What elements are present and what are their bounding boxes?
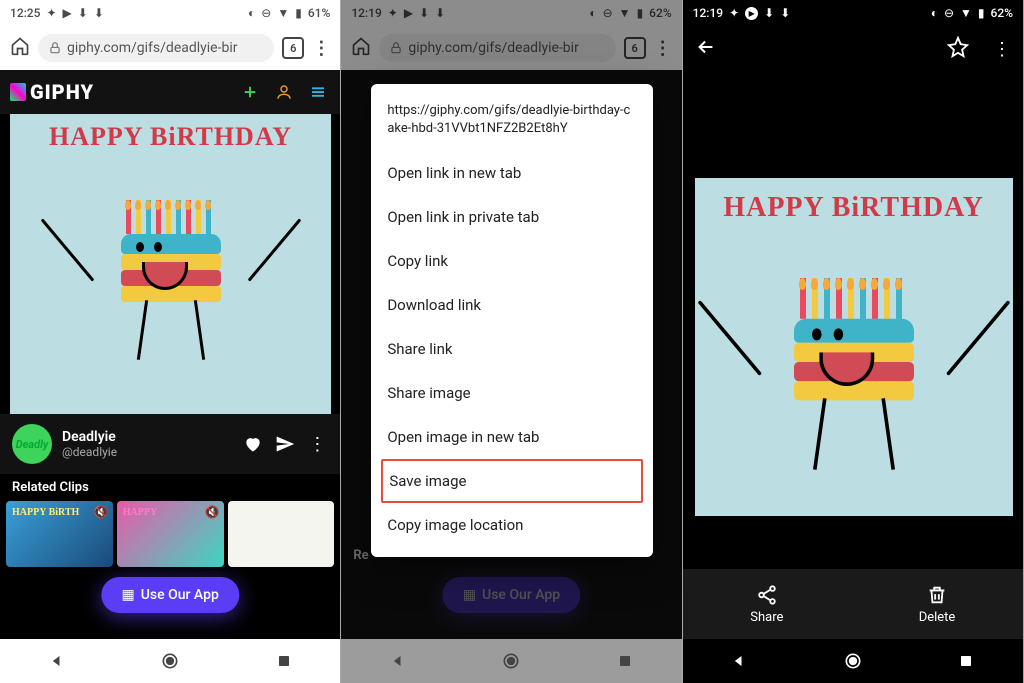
nav-back[interactable] bbox=[729, 651, 749, 671]
clip-3[interactable] bbox=[228, 501, 335, 567]
status-time: 12:25 bbox=[10, 6, 40, 20]
gif-caption: HAPPY BiRTHDAY bbox=[723, 192, 984, 224]
dnd-icon: ⊖ bbox=[944, 6, 954, 20]
battery-pct: 61% bbox=[308, 6, 330, 20]
nav-home[interactable] bbox=[843, 651, 863, 671]
gif-viewer[interactable]: HAPPY BiRTHDAY bbox=[695, 178, 1013, 516]
url-bar[interactable]: giphy.com/gifs/deadlyie-bir bbox=[38, 34, 274, 62]
tab-count[interactable]: 6 bbox=[282, 37, 304, 59]
vibrate-icon: ◐ bbox=[248, 6, 255, 20]
menu-save-image[interactable]: Save image bbox=[381, 459, 643, 503]
related-clips-label: Related Clips bbox=[0, 474, 340, 501]
gif-image[interactable]: HAPPY BiRTHDAY bbox=[10, 114, 331, 414]
more-icon[interactable]: ⋮ bbox=[306, 433, 328, 455]
screen-2: 12:19 ✦ ▶ ⬇ ⬇ ◐ ⊖ ▼ ▮ 62% giphy.com/gifs… bbox=[341, 0, 682, 683]
screen-3: 12:19 ✦ ▶ ⬇ ⬇ ◐ ⊖ ▼ ▮ 62% ⋮ HAPPY BiRTHD… bbox=[683, 0, 1024, 683]
context-menu: https://giphy.com/gifs/deadlyie-birthday… bbox=[371, 84, 653, 557]
cleanup-icon: ✦ bbox=[729, 6, 739, 20]
nav-back[interactable] bbox=[388, 651, 408, 671]
avatar[interactable]: Deadly bbox=[12, 424, 52, 464]
battery-pct: 62% bbox=[991, 6, 1013, 20]
status-time: 12:19 bbox=[693, 6, 723, 20]
dnd-icon: ⊖ bbox=[261, 6, 271, 20]
download-icon-2: ⬇ bbox=[780, 6, 790, 20]
browser-menu-icon[interactable]: ⋮ bbox=[312, 38, 330, 59]
nav-recent[interactable] bbox=[274, 651, 294, 671]
menu-copy-link[interactable]: Copy link bbox=[371, 239, 653, 283]
system-nav bbox=[683, 639, 1023, 683]
nav-home[interactable] bbox=[160, 651, 180, 671]
mute-icon: 🔇 bbox=[94, 505, 109, 519]
viewer-action-bar: Share Delete bbox=[683, 569, 1023, 639]
delete-button[interactable]: Delete bbox=[919, 584, 956, 625]
play-icon: ▶ bbox=[745, 7, 758, 20]
upload-icon[interactable] bbox=[238, 80, 262, 104]
battery-icon: ▮ bbox=[978, 6, 985, 20]
status-bar: 12:19 ✦ ▶ ⬇ ⬇ ◐ ⊖ ▼ ▮ 62% bbox=[683, 0, 1023, 26]
share-button[interactable]: Share bbox=[750, 584, 783, 625]
back-icon[interactable] bbox=[695, 36, 717, 62]
favorite-icon[interactable] bbox=[242, 433, 264, 455]
gif-caption: HAPPY BiRTHDAY bbox=[49, 122, 292, 152]
giphy-header: GIPHY bbox=[0, 70, 340, 114]
send-icon[interactable] bbox=[274, 433, 296, 455]
cake-illustration bbox=[776, 230, 932, 470]
giphy-app-icon: ▦ bbox=[121, 587, 134, 603]
nav-home[interactable] bbox=[501, 651, 521, 671]
giphy-logo[interactable]: GIPHY bbox=[10, 80, 94, 104]
battery-icon: ▮ bbox=[295, 6, 302, 20]
screen-1: 12:25 ✦ ▶ ⬇ ⬇ ◐ ⊖ ▼ ▮ 61% giphy.com/gifs… bbox=[0, 0, 341, 683]
menu-share-image[interactable]: Share image bbox=[371, 371, 653, 415]
browser-toolbar: giphy.com/gifs/deadlyie-bir 6 ⋮ bbox=[0, 26, 340, 70]
status-bar: 12:25 ✦ ▶ ⬇ ⬇ ◐ ⊖ ▼ ▮ 61% bbox=[0, 0, 340, 26]
wifi-icon: ▼ bbox=[960, 6, 972, 20]
url-text: giphy.com/gifs/deadlyie-bir bbox=[67, 40, 238, 56]
cake-illustration bbox=[106, 160, 236, 360]
author-handle: @deadlyie bbox=[62, 445, 117, 459]
system-nav bbox=[0, 639, 340, 683]
use-app-button[interactable]: ▦ Use Our App bbox=[101, 577, 238, 613]
play-icon: ▶ bbox=[63, 6, 72, 20]
menu-open-image-new-tab[interactable]: Open image in new tab bbox=[371, 415, 653, 459]
wifi-icon: ▼ bbox=[277, 6, 289, 20]
user-icon[interactable] bbox=[272, 80, 296, 104]
nav-recent[interactable] bbox=[615, 651, 635, 671]
menu-title: https://giphy.com/gifs/deadlyie-birthday… bbox=[371, 98, 653, 151]
clip-1[interactable]: HAPPY BiRTH 🔇 bbox=[6, 501, 113, 567]
star-icon[interactable] bbox=[947, 36, 969, 62]
nav-back[interactable] bbox=[47, 651, 67, 671]
author-row: Deadly Deadlyie @deadlyie ⋮ bbox=[0, 414, 340, 474]
clip-2[interactable]: HAPPY 🔇 bbox=[117, 501, 224, 567]
related-clips: HAPPY BiRTH 🔇 HAPPY 🔇 bbox=[0, 501, 340, 567]
viewer-toolbar: ⋮ bbox=[683, 26, 1023, 72]
home-icon[interactable] bbox=[10, 36, 30, 60]
nav-recent[interactable] bbox=[956, 651, 976, 671]
download-icon-2: ⬇ bbox=[94, 6, 104, 20]
vibrate-icon: ◐ bbox=[931, 6, 938, 20]
menu-share-link[interactable]: Share link bbox=[371, 327, 653, 371]
menu-open-private[interactable]: Open link in private tab bbox=[371, 195, 653, 239]
menu-copy-image-location[interactable]: Copy image location bbox=[371, 503, 653, 547]
download-icon: ⬇ bbox=[78, 6, 88, 20]
download-icon: ⬇ bbox=[764, 6, 774, 20]
mute-icon: 🔇 bbox=[205, 505, 220, 519]
system-nav bbox=[341, 639, 681, 683]
hamburger-icon[interactable] bbox=[306, 80, 330, 104]
menu-download-link[interactable]: Download link bbox=[371, 283, 653, 327]
author-name[interactable]: Deadlyie bbox=[62, 429, 117, 445]
giphy-logo-icon bbox=[10, 83, 26, 101]
more-icon[interactable]: ⋮ bbox=[993, 39, 1011, 60]
menu-open-new-tab[interactable]: Open link in new tab bbox=[371, 151, 653, 195]
cleanup-icon: ✦ bbox=[46, 6, 56, 20]
